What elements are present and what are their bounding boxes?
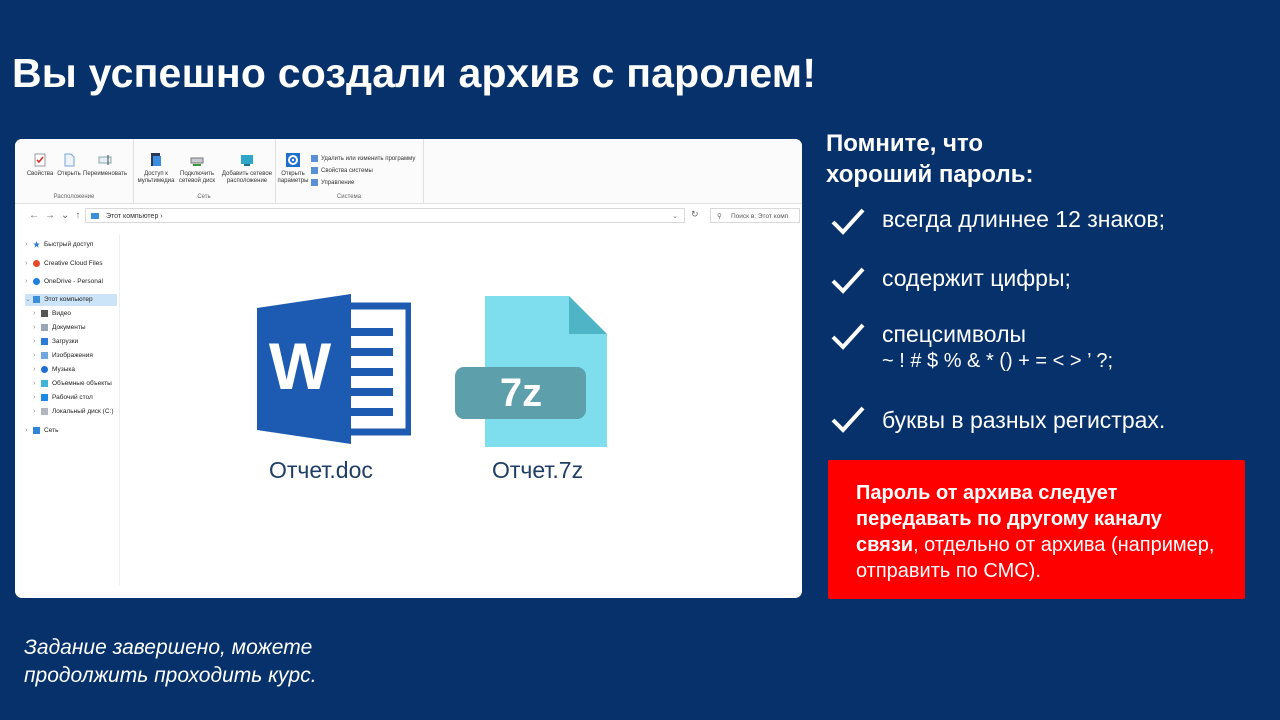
address-bar-row: ←→⌄↑ Этот компьютер › ⌄ ↻ ⚲ Поиск в: Это… [15, 207, 802, 225]
documents-icon [41, 323, 48, 331]
program-icon [311, 155, 318, 162]
tree-item-onedrive[interactable]: › OneDrive - Personal [25, 276, 103, 288]
open-button[interactable]: Открыть [52, 152, 86, 178]
media-access-icon [151, 153, 161, 166]
check-icon [831, 267, 865, 294]
7z-archive-icon[interactable]: 7z [451, 294, 621, 449]
management-icon [311, 179, 318, 186]
svg-text:7z: 7z [500, 371, 542, 415]
computer-icon [33, 295, 40, 303]
add-network-location-button[interactable]: Добавить сетевое расположение [221, 152, 273, 185]
tree-item-images[interactable]: › Изображения [33, 350, 93, 362]
open-icon [64, 153, 75, 167]
computer-icon [91, 213, 99, 219]
check-icon [831, 323, 865, 350]
tree-item-desktop[interactable]: › Рабочий стол [33, 392, 93, 404]
map-network-drive-button[interactable]: Подключить сетевой диск [177, 152, 217, 185]
tips-heading: Помните, что хороший пароль: [826, 130, 1034, 188]
tree-item-downloads[interactable]: › Загрузки [33, 336, 78, 348]
refresh-icon[interactable]: ↻ [691, 209, 699, 220]
nav-arrows: ←→⌄↑ [29, 210, 86, 221]
uninstall-program-link[interactable]: Удалить или изменить программу [311, 155, 415, 162]
tip-item-length: всегда длиннее 12 знаков; [882, 206, 1166, 232]
system-properties-link[interactable]: Свойства системы [311, 167, 373, 174]
disk-icon [41, 407, 48, 415]
cloud-icon [33, 277, 40, 285]
video-icon [41, 309, 48, 317]
navigation-tree: › Быстрый доступ › Creative Cloud Files › O… [15, 235, 120, 585]
system-properties-icon [311, 167, 318, 174]
tree-item-this-pc[interactable]: ⌄ Этот компьютер [25, 294, 117, 306]
rename-icon [98, 155, 112, 165]
address-bar[interactable]: Этот компьютер › ⌄ [85, 208, 685, 223]
network-location-icon [241, 155, 253, 166]
forward-arrow-icon[interactable]: → [45, 210, 61, 221]
svg-text:W: W [269, 329, 332, 403]
tip-special-chars: ~ ! # $ % & * () + = < > ’ ?; [882, 350, 1114, 372]
management-link[interactable]: Управление [311, 179, 354, 186]
3d-objects-icon [41, 379, 48, 387]
search-icon: ⚲ [717, 213, 722, 220]
recent-chevron-icon[interactable]: ⌄ [61, 210, 75, 221]
warning-box: Пароль от архива следует передавать по д… [828, 460, 1245, 599]
ribbon-group-network-label: Сеть [197, 194, 211, 200]
rename-button[interactable]: Переименовать [83, 152, 127, 178]
address-dropdown-icon[interactable]: ⌄ [672, 209, 678, 224]
file-name-doc[interactable]: Отчет.doc [269, 457, 373, 484]
tree-item-music[interactable]: › Музыка [33, 364, 75, 376]
ribbon-group-location-label: Расположение [53, 194, 95, 200]
tip-item-case: буквы в разных регистрах. [882, 407, 1166, 433]
download-icon [41, 337, 48, 345]
tree-item-local-disk[interactable]: › Локальный диск (C:) [33, 406, 114, 418]
tip-item-special: спецсимволы [882, 321, 1027, 347]
ribbon-group-location: Свойства Открыть Переименовать Расположе… [15, 139, 134, 203]
network-icon [33, 426, 40, 434]
tip-item-digits: содержит цифры; [882, 265, 1071, 291]
tree-item-network[interactable]: › Сеть [25, 425, 58, 437]
music-icon [41, 365, 48, 373]
creative-cloud-icon [33, 259, 40, 267]
explorer-screenshot: Свойства Открыть Переименовать Расположе… [15, 139, 802, 598]
network-drive-icon [190, 157, 204, 166]
check-icon [831, 406, 865, 433]
images-icon [41, 351, 48, 359]
tree-item-creative-cloud[interactable]: › Creative Cloud Files [25, 258, 103, 270]
search-input[interactable]: ⚲ Поиск в: Этот комп [710, 208, 800, 223]
star-icon [33, 240, 40, 248]
tree-item-documents[interactable]: › Документы [33, 322, 86, 334]
tree-item-video[interactable]: › Видео [33, 308, 71, 320]
ribbon-group-network: Доступ к мультимедиа Подключить сетевой ди… [133, 139, 276, 203]
tree-item-3d-objects[interactable]: › Объемные объекты [33, 378, 112, 390]
tree-item-quick-access[interactable]: › Быстрый доступ [25, 239, 93, 251]
desktop-icon [41, 393, 48, 401]
open-settings-button[interactable]: Открыть параметры [277, 152, 309, 185]
check-icon [831, 208, 865, 235]
file-name-7z[interactable]: Отчет.7z [492, 457, 583, 484]
ribbon: Свойства Открыть Переименовать Расположе… [15, 139, 802, 204]
slide-title: Вы успешно создали архив с паролем! [12, 50, 817, 96]
back-arrow-icon[interactable]: ← [29, 210, 45, 221]
footer-note: Задание завершено, можете продолжить про… [24, 636, 317, 687]
word-document-icon[interactable]: W [257, 294, 411, 444]
breadcrumb: Этот компьютер [106, 213, 159, 220]
settings-gear-icon [286, 153, 300, 167]
properties-icon [34, 153, 46, 167]
media-access-button[interactable]: Доступ к мультимедиа [137, 152, 175, 185]
ribbon-group-system-label: Система [336, 194, 362, 200]
